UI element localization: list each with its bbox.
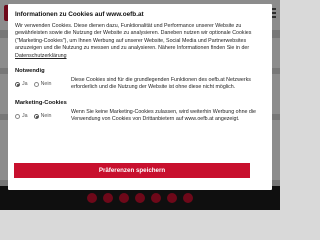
dialog-title: Informationen zu Cookies auf www.oefb.at xyxy=(15,11,144,18)
save-preferences-button[interactable]: Präferenzen speichern xyxy=(14,163,250,178)
radio-label: Nein xyxy=(40,113,52,120)
dialog-intro-text: Wir verwenden Cookies. Diese dienen dazu… xyxy=(15,23,265,60)
radio-checked-icon xyxy=(33,114,39,120)
necessary-option-row: Ja Nein Diese Cookies sind für die grund… xyxy=(15,77,265,92)
radio-unchecked-icon xyxy=(33,82,39,88)
radio-unchecked-icon xyxy=(15,114,20,120)
radio-checked-icon xyxy=(15,82,20,88)
section-title-marketing: Marketing-Cookies xyxy=(15,99,67,106)
privacy-policy-link[interactable]: Datenschutzerklärung xyxy=(15,53,67,59)
marketing-yes-radio[interactable]: Ja xyxy=(15,110,28,124)
radio-label: Nein xyxy=(40,81,52,88)
necessary-yes-radio[interactable]: Ja xyxy=(15,78,28,92)
necessary-description: Diese Cookies sind für die grundlegenden… xyxy=(71,77,251,91)
section-title-necessary: Notwendig xyxy=(15,68,45,75)
marketing-option-row: Ja Nein Wenn Sie keine Marketing-Cookies… xyxy=(15,109,265,124)
marketing-no-radio[interactable]: Nein xyxy=(33,110,52,124)
marketing-radio-group: Ja Nein xyxy=(15,109,71,124)
radio-label: Ja xyxy=(22,81,28,88)
marketing-description: Wenn Sie keine Marketing-Cookies zulasse… xyxy=(71,108,256,123)
radio-label: Ja xyxy=(22,113,28,120)
necessary-radio-group: Ja Nein xyxy=(15,77,71,92)
intro-text: Wir verwenden Cookies. Diese dienen dazu… xyxy=(15,23,252,52)
necessary-no-radio[interactable]: Nein xyxy=(33,78,52,92)
